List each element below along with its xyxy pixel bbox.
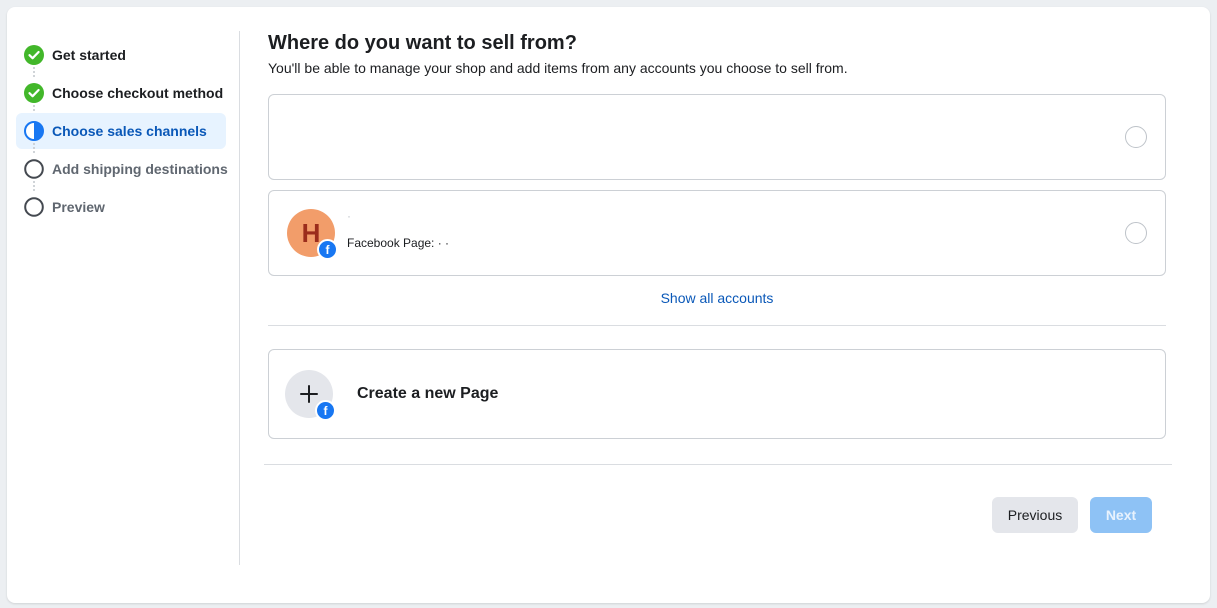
account-radio[interactable] [1125, 126, 1147, 148]
facebook-icon: f [315, 400, 336, 421]
step-label: Choose checkout method [52, 85, 224, 101]
create-page-option[interactable]: f Create a new Page [268, 349, 1166, 439]
step-label: Preview [52, 199, 105, 215]
empty-circle-icon [24, 159, 44, 179]
steps-sidebar: Get started Choose checkout method Choos… [16, 37, 228, 227]
half-circle-icon [24, 121, 44, 141]
previous-button[interactable]: Previous [992, 497, 1078, 533]
step-label: Add shipping destinations [52, 161, 228, 177]
facebook-icon: f [317, 239, 338, 260]
step-preview[interactable]: Preview [16, 189, 226, 225]
step-get-started[interactable]: Get started [16, 37, 226, 77]
empty-circle-icon [24, 197, 44, 217]
step-label: Get started [52, 47, 126, 63]
account-option-2[interactable]: H f · Facebook Page: · · [268, 190, 1166, 276]
check-circle-icon [24, 45, 44, 65]
next-button[interactable]: Next [1090, 497, 1152, 533]
step-choose-checkout-method[interactable]: Choose checkout method [16, 75, 226, 115]
step-label: Choose sales channels [52, 123, 207, 139]
account-option-1[interactable] [268, 94, 1166, 180]
check-circle-icon [24, 83, 44, 103]
create-page-label: Create a new Page [357, 385, 499, 402]
page-subtitle: You'll be able to manage your shop and a… [268, 60, 848, 76]
account-radio[interactable] [1125, 222, 1147, 244]
step-choose-sales-channels[interactable]: Choose sales channels [16, 113, 226, 153]
sidebar-divider [239, 31, 240, 565]
page-title: Where do you want to sell from? [268, 32, 577, 54]
main-content: Where do you want to sell from? You'll b… [268, 30, 1168, 76]
account-name: · [347, 209, 351, 223]
footer-divider [264, 464, 1172, 465]
show-all-accounts-link[interactable]: Show all accounts [268, 290, 1166, 306]
section-divider [268, 325, 1166, 326]
step-add-shipping-destinations[interactable]: Add shipping destinations [16, 151, 228, 191]
account-subtitle: Facebook Page: · · [347, 236, 450, 250]
